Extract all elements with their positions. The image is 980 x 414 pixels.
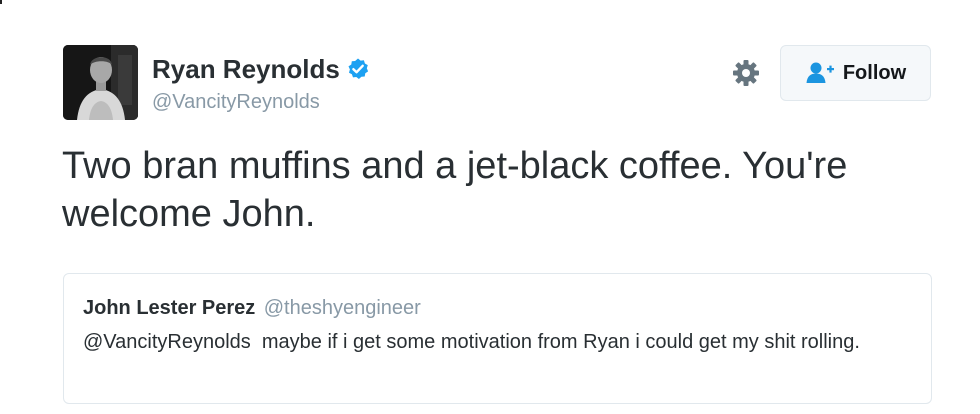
user-handle[interactable]: @VancityReynolds	[152, 90, 320, 114]
follow-label: Follow	[842, 62, 907, 84]
quoted-tweet-header: John Lester Perez @theshyengineer	[83, 296, 421, 322]
gear-icon	[733, 60, 759, 86]
follow-button[interactable]: Follow	[780, 45, 931, 101]
user-name-row: Ryan Reynolds	[152, 54, 370, 84]
verified-badge-icon	[346, 57, 370, 81]
quoted-tweet[interactable]: John Lester Perez @theshyengineer @Vanci…	[63, 273, 932, 404]
avatar-photo	[63, 45, 138, 120]
quoted-user-handle: @theshyengineer	[263, 297, 421, 319]
quoted-tweet-text: @VancityReynolds maybe if i get some mot…	[83, 331, 860, 353]
avatar[interactable]	[63, 45, 138, 120]
window-edge-mark	[0, 0, 2, 4]
tweet-card: Ryan Reynolds @VancityReynolds Follow Tw…	[0, 0, 980, 414]
quoted-user-name: John Lester Perez	[83, 297, 256, 319]
add-user-icon	[806, 62, 834, 83]
tweet-text: Two bran muffins and a jet-black coffee.…	[62, 145, 848, 235]
user-name[interactable]: Ryan Reynolds	[152, 54, 340, 84]
settings-button[interactable]	[729, 56, 763, 90]
